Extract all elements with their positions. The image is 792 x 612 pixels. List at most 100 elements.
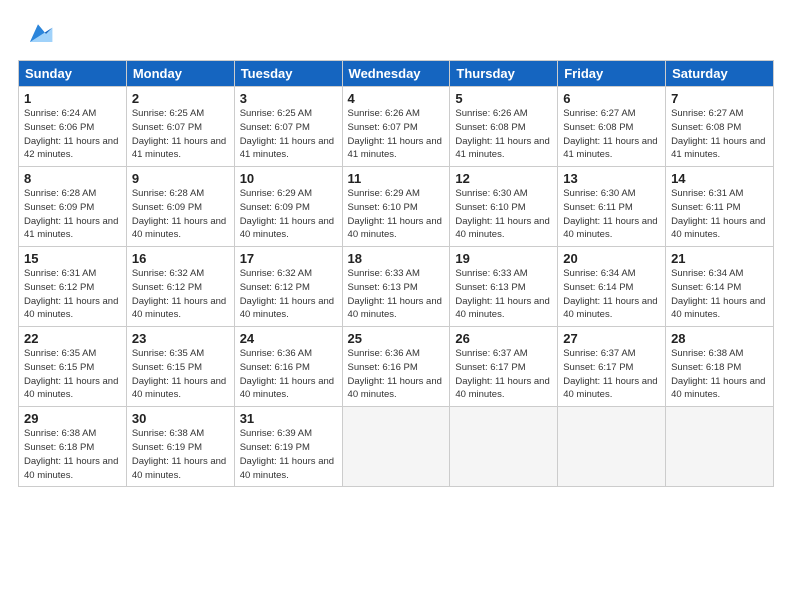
calendar-day-cell: 23 Sunrise: 6:35 AM Sunset: 6:15 PM Dayl… [126,327,234,407]
calendar-day-cell: 10 Sunrise: 6:29 AM Sunset: 6:09 PM Dayl… [234,167,342,247]
calendar-day-cell: 28 Sunrise: 6:38 AM Sunset: 6:18 PM Dayl… [666,327,774,407]
day-info: Sunrise: 6:37 AM Sunset: 6:17 PM Dayligh… [563,347,660,402]
day-number: 4 [348,91,445,106]
day-number: 22 [24,331,121,346]
day-number: 17 [240,251,337,266]
day-info: Sunrise: 6:33 AM Sunset: 6:13 PM Dayligh… [455,267,552,322]
day-number: 18 [348,251,445,266]
day-number: 15 [24,251,121,266]
day-info: Sunrise: 6:29 AM Sunset: 6:09 PM Dayligh… [240,187,337,242]
calendar-day-cell: 17 Sunrise: 6:32 AM Sunset: 6:12 PM Dayl… [234,247,342,327]
calendar-day-cell: 11 Sunrise: 6:29 AM Sunset: 6:10 PM Dayl… [342,167,450,247]
calendar-day-cell: 30 Sunrise: 6:38 AM Sunset: 6:19 PM Dayl… [126,407,234,487]
day-number: 5 [455,91,552,106]
calendar-day-cell: 29 Sunrise: 6:38 AM Sunset: 6:18 PM Dayl… [19,407,127,487]
calendar-day-header: Thursday [450,61,558,87]
day-number: 25 [348,331,445,346]
day-number: 31 [240,411,337,426]
day-number: 2 [132,91,229,106]
day-info: Sunrise: 6:32 AM Sunset: 6:12 PM Dayligh… [240,267,337,322]
calendar-day-cell: 22 Sunrise: 6:35 AM Sunset: 6:15 PM Dayl… [19,327,127,407]
day-number: 26 [455,331,552,346]
calendar-day-cell: 31 Sunrise: 6:39 AM Sunset: 6:19 PM Dayl… [234,407,342,487]
calendar-day-cell: 20 Sunrise: 6:34 AM Sunset: 6:14 PM Dayl… [558,247,666,327]
calendar-day-cell: 1 Sunrise: 6:24 AM Sunset: 6:06 PM Dayli… [19,87,127,167]
calendar-day-cell: 24 Sunrise: 6:36 AM Sunset: 6:16 PM Dayl… [234,327,342,407]
day-number: 21 [671,251,768,266]
day-info: Sunrise: 6:34 AM Sunset: 6:14 PM Dayligh… [671,267,768,322]
day-number: 7 [671,91,768,106]
calendar-day-header: Wednesday [342,61,450,87]
day-info: Sunrise: 6:30 AM Sunset: 6:11 PM Dayligh… [563,187,660,242]
calendar-empty-cell [666,407,774,487]
day-info: Sunrise: 6:32 AM Sunset: 6:12 PM Dayligh… [132,267,229,322]
calendar-day-header: Tuesday [234,61,342,87]
day-number: 24 [240,331,337,346]
day-info: Sunrise: 6:26 AM Sunset: 6:08 PM Dayligh… [455,107,552,162]
day-number: 20 [563,251,660,266]
calendar-day-cell: 3 Sunrise: 6:25 AM Sunset: 6:07 PM Dayli… [234,87,342,167]
day-info: Sunrise: 6:37 AM Sunset: 6:17 PM Dayligh… [455,347,552,402]
day-number: 6 [563,91,660,106]
day-info: Sunrise: 6:30 AM Sunset: 6:10 PM Dayligh… [455,187,552,242]
header [18,18,774,50]
day-info: Sunrise: 6:26 AM Sunset: 6:07 PM Dayligh… [348,107,445,162]
day-info: Sunrise: 6:27 AM Sunset: 6:08 PM Dayligh… [563,107,660,162]
calendar-day-header: Sunday [19,61,127,87]
calendar-table: SundayMondayTuesdayWednesdayThursdayFrid… [18,60,774,487]
calendar-day-cell: 25 Sunrise: 6:36 AM Sunset: 6:16 PM Dayl… [342,327,450,407]
calendar-day-cell: 26 Sunrise: 6:37 AM Sunset: 6:17 PM Dayl… [450,327,558,407]
page: SundayMondayTuesdayWednesdayThursdayFrid… [0,0,792,612]
calendar-day-cell: 13 Sunrise: 6:30 AM Sunset: 6:11 PM Dayl… [558,167,666,247]
calendar-empty-cell [558,407,666,487]
calendar-day-cell: 21 Sunrise: 6:34 AM Sunset: 6:14 PM Dayl… [666,247,774,327]
day-info: Sunrise: 6:38 AM Sunset: 6:18 PM Dayligh… [671,347,768,402]
day-number: 28 [671,331,768,346]
day-number: 23 [132,331,229,346]
calendar-day-header: Saturday [666,61,774,87]
day-info: Sunrise: 6:33 AM Sunset: 6:13 PM Dayligh… [348,267,445,322]
day-info: Sunrise: 6:34 AM Sunset: 6:14 PM Dayligh… [563,267,660,322]
calendar-day-cell: 9 Sunrise: 6:28 AM Sunset: 6:09 PM Dayli… [126,167,234,247]
day-number: 12 [455,171,552,186]
day-info: Sunrise: 6:39 AM Sunset: 6:19 PM Dayligh… [240,427,337,482]
calendar-day-cell: 18 Sunrise: 6:33 AM Sunset: 6:13 PM Dayl… [342,247,450,327]
day-info: Sunrise: 6:31 AM Sunset: 6:11 PM Dayligh… [671,187,768,242]
logo [18,18,54,50]
calendar-day-cell: 14 Sunrise: 6:31 AM Sunset: 6:11 PM Dayl… [666,167,774,247]
calendar-day-cell: 16 Sunrise: 6:32 AM Sunset: 6:12 PM Dayl… [126,247,234,327]
day-info: Sunrise: 6:38 AM Sunset: 6:19 PM Dayligh… [132,427,229,482]
day-info: Sunrise: 6:36 AM Sunset: 6:16 PM Dayligh… [240,347,337,402]
calendar-day-header: Friday [558,61,666,87]
day-number: 13 [563,171,660,186]
day-number: 16 [132,251,229,266]
day-number: 14 [671,171,768,186]
day-number: 10 [240,171,337,186]
day-number: 30 [132,411,229,426]
day-info: Sunrise: 6:27 AM Sunset: 6:08 PM Dayligh… [671,107,768,162]
day-number: 19 [455,251,552,266]
calendar-day-cell: 2 Sunrise: 6:25 AM Sunset: 6:07 PM Dayli… [126,87,234,167]
calendar-empty-cell [450,407,558,487]
day-info: Sunrise: 6:35 AM Sunset: 6:15 PM Dayligh… [132,347,229,402]
day-info: Sunrise: 6:24 AM Sunset: 6:06 PM Dayligh… [24,107,121,162]
day-number: 29 [24,411,121,426]
day-info: Sunrise: 6:38 AM Sunset: 6:18 PM Dayligh… [24,427,121,482]
day-info: Sunrise: 6:31 AM Sunset: 6:12 PM Dayligh… [24,267,121,322]
calendar-day-cell: 8 Sunrise: 6:28 AM Sunset: 6:09 PM Dayli… [19,167,127,247]
day-info: Sunrise: 6:35 AM Sunset: 6:15 PM Dayligh… [24,347,121,402]
day-info: Sunrise: 6:28 AM Sunset: 6:09 PM Dayligh… [132,187,229,242]
calendar-week-row: 22 Sunrise: 6:35 AM Sunset: 6:15 PM Dayl… [19,327,774,407]
day-number: 8 [24,171,121,186]
day-number: 3 [240,91,337,106]
calendar-day-header: Monday [126,61,234,87]
day-info: Sunrise: 6:36 AM Sunset: 6:16 PM Dayligh… [348,347,445,402]
day-info: Sunrise: 6:25 AM Sunset: 6:07 PM Dayligh… [132,107,229,162]
day-number: 11 [348,171,445,186]
day-info: Sunrise: 6:29 AM Sunset: 6:10 PM Dayligh… [348,187,445,242]
calendar-day-cell: 4 Sunrise: 6:26 AM Sunset: 6:07 PM Dayli… [342,87,450,167]
calendar-week-row: 29 Sunrise: 6:38 AM Sunset: 6:18 PM Dayl… [19,407,774,487]
day-info: Sunrise: 6:28 AM Sunset: 6:09 PM Dayligh… [24,187,121,242]
calendar-day-cell: 5 Sunrise: 6:26 AM Sunset: 6:08 PM Dayli… [450,87,558,167]
day-number: 27 [563,331,660,346]
